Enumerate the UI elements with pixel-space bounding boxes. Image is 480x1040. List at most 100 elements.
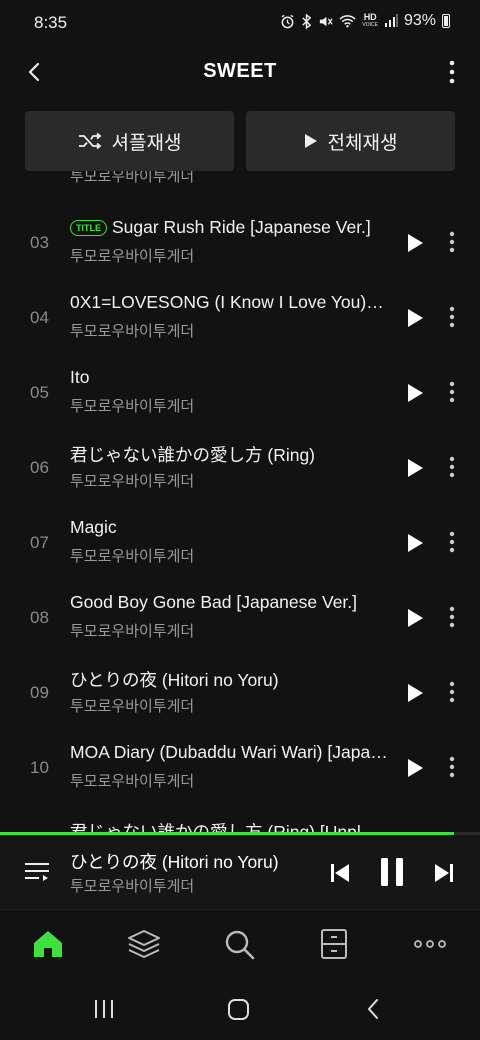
track-title-text: MOA Diary (Dubaddu Wari Wari) [Japanese … (70, 742, 388, 762)
track-artist: 투모로우바이투게더 (70, 773, 195, 790)
previous-button[interactable] (326, 859, 354, 887)
play-icon (408, 609, 423, 627)
track-title: Good Boy Gone Bad [Japanese Ver.] (70, 592, 388, 613)
more-vertical-icon (449, 60, 455, 84)
track-title: Ito (70, 367, 388, 388)
track-row[interactable]: 03 TITLE Sugar Rush Ride [Japanese Ver.] 투모… (0, 205, 480, 280)
track-title-text: 0X1=LOVESONG (I Know I Love You) [Japane… (70, 292, 388, 312)
more-vertical-icon (449, 381, 455, 403)
track-title: Magic (70, 517, 388, 538)
track-play-button[interactable] (402, 455, 428, 481)
track-more-button[interactable] (445, 377, 459, 407)
track-row[interactable]: 09 ひとりの夜 (Hitori no Yoru) 투모로우바이투게더 (0, 655, 480, 730)
shuffle-play-label: 셔플재생 (111, 132, 182, 154)
now-playing-artist: 투모로우바이투게더 (70, 878, 195, 895)
track-play-button[interactable] (402, 305, 428, 331)
track-number: 08 (30, 607, 49, 627)
track-number: 05 (30, 382, 49, 402)
play-all-label: 전체재생 (327, 132, 398, 154)
system-nav-bar (0, 979, 480, 1040)
track-more-button[interactable] (445, 677, 459, 707)
pause-icon (381, 858, 403, 886)
alarm-icon (281, 14, 294, 28)
more-vertical-icon (449, 681, 455, 703)
nav-library[interactable] (126, 926, 162, 962)
skip-next-icon (435, 864, 453, 882)
nav-more[interactable] (412, 926, 448, 962)
track-title: MOA Diary (Dubaddu Wari Wari) [Japanese … (70, 742, 388, 763)
track-play-button[interactable] (402, 380, 428, 406)
track-title: 君じゃない誰かの愛し方 (Ring) (70, 442, 388, 467)
hd-voice-icon: HD VOICE (362, 12, 378, 29)
play-all-button[interactable]: 전체재생 (246, 111, 455, 171)
home-system-button[interactable] (225, 995, 253, 1023)
more-vertical-icon (449, 756, 455, 778)
track-row[interactable]: 06 君じゃない誰かの愛し方 (Ring) 투모로우바이투게더 (0, 430, 480, 505)
status-bar: 8:35 HD VOICE 93% (0, 0, 480, 46)
pause-button[interactable] (376, 855, 408, 889)
back-arrow-icon (368, 999, 378, 1019)
track-row[interactable]: 08 Good Boy Gone Bad [Japanese Ver.] 투모로우바… (0, 580, 480, 655)
track-play-button[interactable] (402, 755, 428, 781)
track-play-button[interactable] (402, 605, 428, 631)
mini-player[interactable]: ひとりの夜 (Hitori no Yoru) 투모로우바이투게더 (0, 835, 480, 909)
track-partial-title: 君じゃない誰かの愛し方 (Ring) [Unpl (70, 822, 361, 833)
search-icon (225, 930, 255, 960)
track-more-button[interactable] (445, 752, 459, 782)
status-icons: HD VOICE 93% (280, 12, 450, 30)
track-play-button[interactable] (402, 680, 428, 706)
track-artist: 투모로우바이투게더 (70, 398, 195, 415)
home-circle-icon (228, 999, 249, 1020)
play-icon (408, 384, 423, 402)
header: SWEET (0, 46, 480, 98)
back-system-button[interactable] (360, 995, 388, 1023)
track-partial-artist: 투모로우바이투게더 (70, 171, 195, 185)
track-title-text: Ito (70, 367, 90, 387)
recents-button[interactable] (90, 995, 118, 1023)
track-number: 06 (30, 457, 49, 477)
track-more-button[interactable] (445, 227, 459, 257)
track-artist: 투모로우바이투게더 (70, 548, 195, 565)
track-more-button[interactable] (445, 602, 459, 632)
shuffle-play-button[interactable]: 셔플재생 (25, 111, 234, 171)
track-title-text: Good Boy Gone Bad [Japanese Ver.] (70, 592, 358, 612)
action-row: 셔플재생 전체재생 (25, 111, 455, 171)
header-more-button[interactable] (444, 54, 460, 90)
track-number: 07 (30, 532, 49, 552)
nav-search[interactable] (221, 926, 257, 962)
nav-storage[interactable] (316, 926, 352, 962)
track-list[interactable]: 투모로우바이투게더 君じゃない誰かの愛し方 (Ring) [Unpl 03 TIT… (0, 171, 480, 833)
battery-icon (442, 14, 450, 28)
play-icon (408, 684, 423, 702)
track-play-button[interactable] (402, 530, 428, 556)
page-title: SWEET (203, 60, 277, 82)
track-title-text: 君じゃない誰かの愛し方 (Ring) (70, 445, 316, 465)
track-title: TITLE Sugar Rush Ride [Japanese Ver.] (70, 217, 388, 238)
track-play-button[interactable] (402, 230, 428, 256)
track-more-button[interactable] (445, 452, 459, 482)
track-row[interactable]: 07 Magic 투모로우바이투게더 (0, 505, 480, 580)
home-icon (34, 931, 62, 957)
play-icon (304, 134, 317, 148)
track-row[interactable]: 05 Ito 투모로우바이투게더 (0, 355, 480, 430)
track-row[interactable]: 10 MOA Diary (Dubaddu Wari Wari) [Japanes… (0, 730, 480, 805)
nav-home[interactable] (30, 926, 66, 962)
more-icon (414, 940, 446, 948)
track-artist: 투모로우바이투게더 (70, 623, 195, 640)
playlist-button[interactable] (22, 857, 52, 887)
play-icon (408, 759, 423, 777)
more-vertical-icon (449, 531, 455, 553)
track-more-button[interactable] (445, 302, 459, 332)
shuffle-icon (78, 132, 101, 150)
track-more-button[interactable] (445, 527, 459, 557)
track-artist: 투모로우바이투게더 (70, 473, 195, 490)
library-icon (128, 930, 160, 958)
play-icon (408, 309, 423, 327)
track-row[interactable]: 04 0X1=LOVESONG (I Know I Love You) [Japa… (0, 280, 480, 355)
title-track-badge: TITLE (70, 219, 107, 236)
skip-previous-icon (331, 864, 349, 882)
next-button[interactable] (430, 859, 458, 887)
play-icon (408, 534, 423, 552)
wifi-icon (339, 15, 357, 28)
track-title: 0X1=LOVESONG (I Know I Love You) [Japane… (70, 292, 388, 313)
